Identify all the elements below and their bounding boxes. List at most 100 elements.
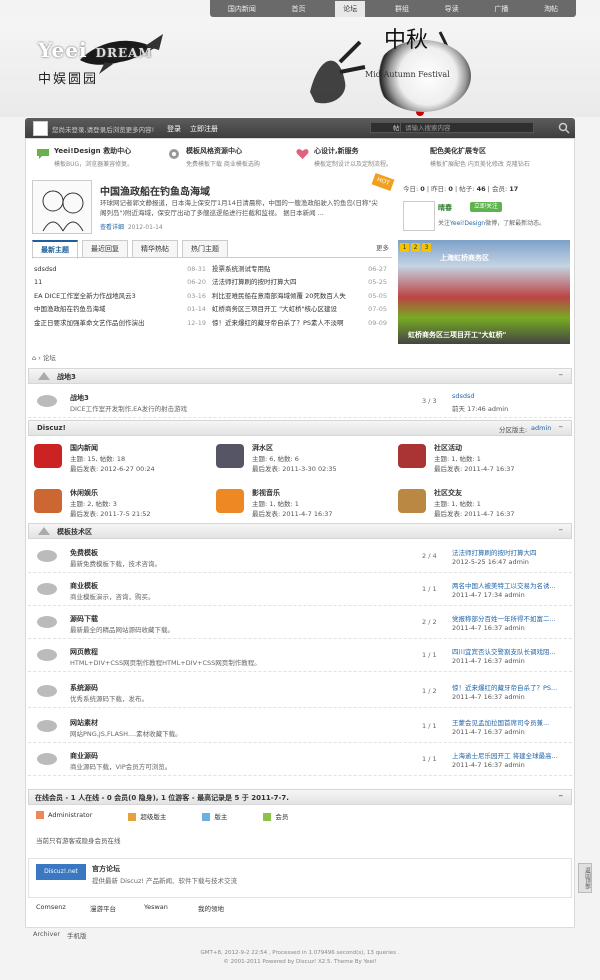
forum-row[interactable]: 商业模板 商业模板演示，咨询，购买。 1 / 1 两名中国人被美特工以交易为名诱...… [28, 575, 572, 606]
top-navigation: 国内新闻 首页 论坛 群组 导读 广播 淘帖 [210, 0, 576, 17]
feature-help[interactable]: Yeei!Design 救助中心 模板BUG，浏览器兼容修复。 [36, 146, 133, 170]
friendlink-item[interactable]: 我的领地 [198, 903, 252, 913]
tabs-more-link[interactable]: 更多 [376, 242, 389, 252]
forum-icon [34, 444, 62, 468]
section-header-bf3[interactable]: 战地3– [28, 368, 572, 384]
forum-grid: 国内新闻 主题: 15, 帖数: 18 最后发表: 2012-6-27 00:24 … [28, 438, 572, 528]
forum-bubble-icon [37, 550, 57, 562]
list-item[interactable]: 虹桥商务区三项目开工 "大虹桥"核心区建设 07-05 [212, 303, 387, 316]
list-item[interactable]: 法法师打算刷的按时打算大四 05-25 [212, 276, 387, 289]
slide-1-button[interactable]: 1 [400, 243, 409, 252]
forum-cell[interactable]: 社区交友 主题: 1, 帖数: 1 最后发表: 2011-4-7 16:37 [392, 483, 572, 527]
forum-cell[interactable]: 休闲娱乐 主题: 2, 帖数: 3 最后发表: 2011-7-5 21:52 [28, 483, 208, 527]
list-item[interactable]: 惊！近来爆红的藏牙帝自杀了？PS素人不淡啊 09-09 [212, 317, 387, 330]
tab-hot[interactable]: 热门主题 [182, 240, 228, 258]
weibo-description: 关注Yeei!Design微博，了解最新动态。 [438, 220, 546, 227]
list-item[interactable]: 11 06-20 [34, 276, 206, 289]
forum-bubble-icon [37, 685, 57, 697]
leaf-icon [38, 372, 50, 380]
breadcrumb: ⌂ › 论坛 [32, 354, 56, 362]
tab-divider [32, 257, 392, 258]
forum-cell[interactable]: 社区活动 主题: 1, 帖数: 1 最后发表: 2011-4-7 16:37 [392, 438, 572, 482]
friendlink-desc: 提供最新 Discuz! 产品新闻、软件下载与技术交流 [92, 877, 238, 885]
list-item[interactable]: 利比亚难民船在意南部海域倾覆 20死数百人失 05-05 [212, 290, 387, 303]
tab-digest[interactable]: 精华热帖 [132, 240, 178, 258]
avatar[interactable] [33, 121, 48, 136]
forum-bubble-icon [37, 649, 57, 661]
headline-title[interactable]: 中国渔政船在钓鱼岛海域 [100, 183, 210, 198]
list-item[interactable]: sdsdsd 08-31 [34, 263, 206, 276]
weibo-follow-button[interactable]: 立即关注 [470, 202, 502, 212]
nav-item-broadcast[interactable]: 广播 [488, 4, 514, 14]
slide-2-button[interactable]: 2 [411, 243, 420, 252]
location-icon [169, 149, 179, 159]
forum-row[interactable]: 免费模板 最新免费模板下载，技术咨询。 2 / 4 法法师打算刷的按时打算大四 2012… [28, 542, 572, 573]
latest-list-left: sdsdsd 08-31 11 06-20 EA DICE工作室全新力作战地风云3 0… [34, 263, 206, 330]
feature-templates[interactable]: 模板风格资源中心 免费模板下载 商业模板选购 [168, 146, 260, 170]
forum-row[interactable]: 系统源码 优秀系统源码下载，发布。 1 / 2 惊！近来爆红的藏牙帝自杀了？PS...… [28, 677, 572, 708]
friendlink-title[interactable]: 官方论坛 [92, 864, 120, 874]
list-item[interactable]: 投票系统测试专用贴 06-27 [212, 263, 387, 276]
forum-icon [216, 489, 244, 513]
friendlink-item[interactable]: Yeswan [144, 903, 198, 913]
slide-3-button[interactable]: 3 [422, 243, 431, 252]
login-link[interactable]: 登录 [167, 124, 181, 134]
nav-item-guide[interactable]: 导读 [439, 4, 465, 14]
friendlink-item[interactable]: 漫游平台 [90, 903, 144, 913]
forum-bubble-icon [37, 583, 57, 595]
list-item[interactable]: 金正日要求加强革命文艺作品创作演出 12-19 [34, 317, 206, 330]
copyright: GMT+8, 2012-9-2 22:54 , Processed in 1.0… [200, 950, 400, 965]
forum-row[interactable]: 网站素材 网站PNG,JS,FLASH....素材收藏下载。 1 / 1 王蒙会见孟加… [28, 712, 572, 743]
online-members-header[interactable]: 在线会员 - 1 人在线 - 0 会员(0 隐身), 1 位游客 - 最高记录是… [28, 789, 572, 805]
login-notice: 您尚未登录,请登录后浏览更多内容! [52, 126, 155, 134]
site-logo-subtitle: 中娱圆园 [38, 72, 99, 87]
forum-icon [216, 444, 244, 468]
forum-icon [398, 444, 426, 468]
list-item[interactable]: EA DICE工作室全新力作战地风云3 03-16 [34, 290, 206, 303]
section-header-templates[interactable]: 模板技术区 – [28, 523, 572, 539]
search-input[interactable]: 请输入搜索内容 [400, 122, 534, 133]
weibo-avatar[interactable] [403, 201, 435, 231]
headline-more-link[interactable]: 查看详细 [100, 224, 124, 231]
forum-row[interactable]: 源码下载 最新最全的精品网站源码收藏下载。 2 / 2 党报称部分百姓一年所得不如富二… [28, 608, 572, 639]
forum-cell[interactable]: 湃水区 主题: 6, 帖数: 6 最后发表: 2011-3-30 02:35 [210, 438, 390, 482]
feature-design[interactable]: 心设计,新服务 模板定制设计以及定制流程。 [296, 146, 392, 170]
collapse-icon[interactable]: – [559, 422, 564, 432]
forum-row[interactable]: 网页教程 HTML+DIV+CSS网页制作教程HTML+DIV+CSS网页制作教程… [28, 641, 572, 672]
site-logo[interactable]: Yeei DREAM [38, 38, 153, 62]
tab-replies[interactable]: 最近回复 [82, 240, 128, 258]
nav-item-news[interactable]: 国内新闻 [222, 4, 262, 14]
slideshow-caption[interactable]: 虹桥商务区三项目开工"大虹桥" [408, 330, 506, 340]
nav-item-taotie[interactable]: 淘帖 [538, 4, 564, 14]
nav-item-forum[interactable]: 论坛 [335, 0, 366, 17]
friendlink-item[interactable]: Comsenz [36, 903, 90, 913]
forum-row[interactable]: 战地3 DICE工作室开发制作,EA发行的射击游戏 3 / 3 sdsdsd 前天 1… [28, 387, 572, 418]
festival-calligraphy: 中秋 [384, 28, 429, 53]
register-link[interactable]: 立即注册 [190, 124, 218, 134]
section-header-discuz[interactable]: Discuz! 分区版主: admin – [28, 420, 572, 436]
mobile-link[interactable]: 手机版 [67, 930, 87, 940]
weibo-name[interactable]: 晴春 [438, 203, 452, 213]
home-icon[interactable]: ⌂ [32, 354, 36, 362]
forum-cell[interactable]: 国内新闻 主题: 15, 帖数: 18 最后发表: 2012-6-27 00:24 [28, 438, 208, 482]
nav-item-home[interactable]: 首页 [286, 4, 312, 14]
collapse-icon[interactable]: – [559, 370, 564, 380]
list-item[interactable]: 中国渔政船在钓鱼岛海域 01-14 [34, 303, 206, 316]
forum-cell[interactable]: 影视音乐 主题: 1, 帖数: 1 最后发表: 2011-4-7 16:37 [210, 483, 390, 527]
online-note: 当前只有游客或隐身会员在线 [36, 837, 121, 845]
discuz-logo[interactable]: Discuz!.net [36, 864, 86, 880]
leaf-icon [38, 527, 50, 535]
back-to-top-button[interactable]: 返回顶部 [578, 863, 592, 893]
collapse-icon[interactable]: – [559, 791, 564, 801]
archiver-link[interactable]: Archiver [33, 930, 60, 938]
slideshow-banner-text: 上海虹桥商务区 [440, 254, 489, 262]
headline-image[interactable] [32, 180, 92, 234]
collapse-icon[interactable]: – [559, 525, 564, 535]
forum-row[interactable]: 商业源码 商业源码下载，VIP会员方可浏览。 1 / 1 上海逾士尼乐园开工 将建全球… [28, 745, 572, 776]
heart-icon [296, 149, 309, 159]
search-icon[interactable] [558, 122, 570, 134]
feature-color[interactable]: 配色美化扩展专区 模板扩展配色 内页美化修改 克隆钻石 [430, 146, 530, 170]
forum-bubble-icon [37, 395, 57, 407]
moderator-link[interactable]: admin [531, 424, 551, 432]
nav-item-group[interactable]: 群组 [389, 4, 415, 14]
